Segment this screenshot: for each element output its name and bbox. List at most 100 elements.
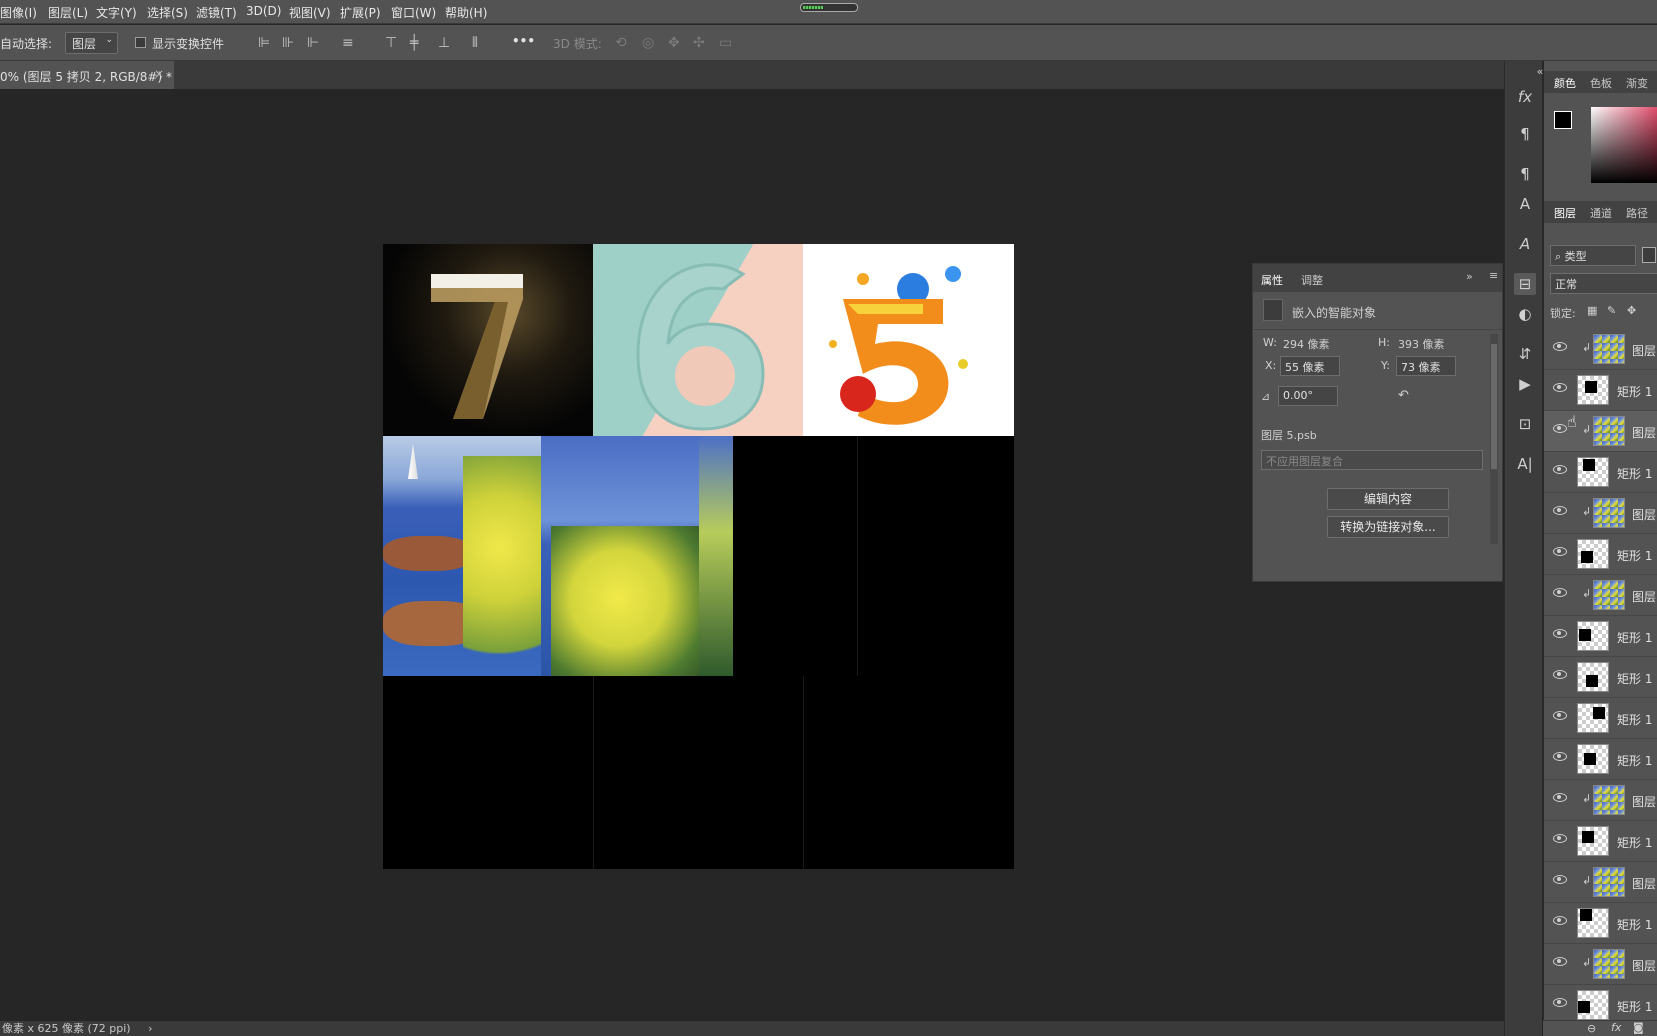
layer-row[interactable]: ↲ 图层: [1544, 329, 1657, 370]
document-canvas[interactable]: 7 6 5: [383, 244, 1014, 869]
menu-layer[interactable]: 图层(L): [48, 4, 88, 21]
status-arrow-icon[interactable]: ›: [148, 1022, 152, 1035]
char-style-icon[interactable]: A: [1514, 193, 1536, 215]
roll-3d-icon[interactable]: ◎: [642, 36, 654, 50]
menu-filter[interactable]: 滤镜(T): [196, 4, 237, 21]
properties-scrollbar[interactable]: [1490, 334, 1498, 544]
menu-image[interactable]: 图像(I): [0, 4, 37, 21]
tab-swatches[interactable]: 色板: [1590, 75, 1612, 91]
visibility-eye-icon[interactable]: [1553, 424, 1567, 433]
layer-row[interactable]: ↲ 图层: [1544, 944, 1657, 985]
tab-properties[interactable]: 属性: [1261, 272, 1283, 288]
libraries-icon[interactable]: ⊡: [1514, 413, 1536, 435]
visibility-eye-icon[interactable]: [1553, 916, 1567, 925]
layer-row[interactable]: 矩形 1: [1544, 903, 1657, 944]
align-hcenter-icon[interactable]: ⊪: [282, 36, 294, 50]
menu-type[interactable]: 文字(Y): [96, 4, 137, 21]
visibility-eye-icon[interactable]: [1553, 629, 1567, 638]
layer-comp-select[interactable]: 不应用图层复合: [1261, 450, 1483, 470]
fx-footer-icon[interactable]: fx: [1611, 1021, 1621, 1034]
tab-paths[interactable]: 路径: [1626, 205, 1648, 221]
align-bottom-icon[interactable]: ⊥: [438, 36, 450, 50]
menu-view[interactable]: 视图(V): [289, 4, 331, 21]
fx-icon[interactable]: fx: [1514, 86, 1536, 108]
panel-menu-icon[interactable]: ≡: [1489, 269, 1498, 282]
color-picker-field[interactable]: [1591, 107, 1657, 183]
lock-position-icon[interactable]: ✥: [1627, 304, 1636, 317]
tab-adjustments[interactable]: 调整: [1301, 272, 1323, 288]
collapse-icon[interactable]: »: [1466, 270, 1473, 283]
layer-row[interactable]: 矩形 1: [1544, 739, 1657, 780]
visibility-eye-icon[interactable]: [1553, 711, 1567, 720]
y-field[interactable]: 73 像素: [1396, 356, 1456, 376]
menu-help[interactable]: 帮助(H): [445, 4, 487, 21]
layer-row[interactable]: 矩形 1: [1544, 657, 1657, 698]
visibility-eye-icon[interactable]: [1553, 875, 1567, 884]
properties-icon[interactable]: ⊟: [1514, 273, 1536, 295]
actions-icon[interactable]: ▶: [1514, 373, 1536, 395]
pan-3d-icon[interactable]: ✥: [668, 36, 680, 50]
visibility-eye-icon[interactable]: [1553, 506, 1567, 515]
angle-field[interactable]: 0.00°: [1278, 386, 1338, 406]
visibility-eye-icon[interactable]: [1553, 834, 1567, 843]
align-top-icon[interactable]: ⊤: [385, 36, 397, 50]
x-field[interactable]: 55 像素: [1280, 356, 1340, 376]
document-tab[interactable]: 0% (图层 5 拷贝 2, RGB/8#) * ×: [0, 61, 174, 89]
slide-3d-icon[interactable]: ✣: [693, 36, 705, 50]
auto-select-dropdown[interactable]: 图层 ⌄: [65, 32, 118, 54]
glyphs-icon[interactable]: A: [1514, 233, 1536, 255]
lock-pixels-icon[interactable]: ✎: [1607, 304, 1616, 317]
align-left-icon[interactable]: ⊫: [258, 36, 270, 50]
visibility-eye-icon[interactable]: [1553, 342, 1567, 351]
close-icon[interactable]: ×: [154, 67, 164, 81]
layer-row[interactable]: ↲ 图层: [1544, 493, 1657, 534]
mask-icon[interactable]: ◙: [1633, 1021, 1644, 1034]
menu-plugins[interactable]: 扩展(P): [340, 4, 381, 21]
paragraph-icon[interactable]: ¶: [1514, 123, 1536, 145]
visibility-eye-icon[interactable]: [1553, 383, 1567, 392]
convert-to-linked-button[interactable]: 转换为链接对象...: [1327, 516, 1449, 538]
blend-mode-dropdown[interactable]: 正常: [1550, 273, 1657, 294]
tab-color[interactable]: 颜色: [1554, 75, 1576, 91]
adjustments-icon[interactable]: ◐: [1514, 303, 1536, 325]
scrollbar-thumb[interactable]: [1491, 344, 1497, 469]
more-options-icon[interactable]: •••: [512, 34, 535, 48]
paragraph-style-icon[interactable]: ¶: [1514, 163, 1536, 185]
layer-row[interactable]: ↲ 图层: [1544, 780, 1657, 821]
visibility-eye-icon[interactable]: [1553, 793, 1567, 802]
layer-row[interactable]: 矩形 1: [1544, 452, 1657, 493]
tab-layers[interactable]: 图层: [1554, 205, 1576, 221]
layer-row[interactable]: 矩形 1: [1544, 534, 1657, 575]
tab-channels[interactable]: 通道: [1590, 205, 1612, 221]
layer-filter-dropdown[interactable]: ⌕ 类型: [1550, 245, 1636, 266]
layer-row[interactable]: 矩形 1: [1544, 370, 1657, 411]
align-vcenter-icon[interactable]: ╪: [410, 36, 418, 50]
tab-gradients[interactable]: 渐变: [1626, 75, 1648, 91]
visibility-eye-icon[interactable]: [1553, 998, 1567, 1007]
show-transform-checkbox[interactable]: [135, 37, 146, 48]
menu-select[interactable]: 选择(S): [147, 4, 188, 21]
camera-3d-icon[interactable]: ▭: [719, 36, 732, 50]
distribute-vertical-icon[interactable]: ⫴: [472, 36, 478, 50]
h-value[interactable]: 393 像素: [1398, 336, 1445, 352]
w-value[interactable]: 294 像素: [1283, 336, 1330, 352]
menu-3d[interactable]: 3D(D): [246, 4, 281, 18]
visibility-eye-icon[interactable]: [1553, 670, 1567, 679]
edit-contents-button[interactable]: 编辑内容: [1327, 488, 1449, 510]
align-right-icon[interactable]: ⊩: [307, 36, 319, 50]
layer-row[interactable]: ↲ 图层: [1544, 575, 1657, 616]
layer-row[interactable]: ↲ 图层: [1544, 862, 1657, 903]
link-layers-icon[interactable]: ⊖: [1587, 1022, 1596, 1035]
layer-row[interactable]: ↲ 图层: [1544, 411, 1657, 452]
reset-icon[interactable]: ↶: [1398, 388, 1409, 403]
visibility-eye-icon[interactable]: [1553, 957, 1567, 966]
lock-transparent-icon[interactable]: ▦: [1587, 304, 1597, 317]
orbit-3d-icon[interactable]: ⟲: [615, 36, 627, 50]
distribute-icon[interactable]: ≡: [342, 36, 354, 50]
layer-row[interactable]: 矩形 1: [1544, 698, 1657, 739]
visibility-eye-icon[interactable]: [1553, 752, 1567, 761]
menu-window[interactable]: 窗口(W): [391, 4, 436, 21]
filter-image-icon[interactable]: [1642, 247, 1656, 263]
visibility-eye-icon[interactable]: [1553, 547, 1567, 556]
history-icon[interactable]: ⇵: [1514, 343, 1536, 365]
